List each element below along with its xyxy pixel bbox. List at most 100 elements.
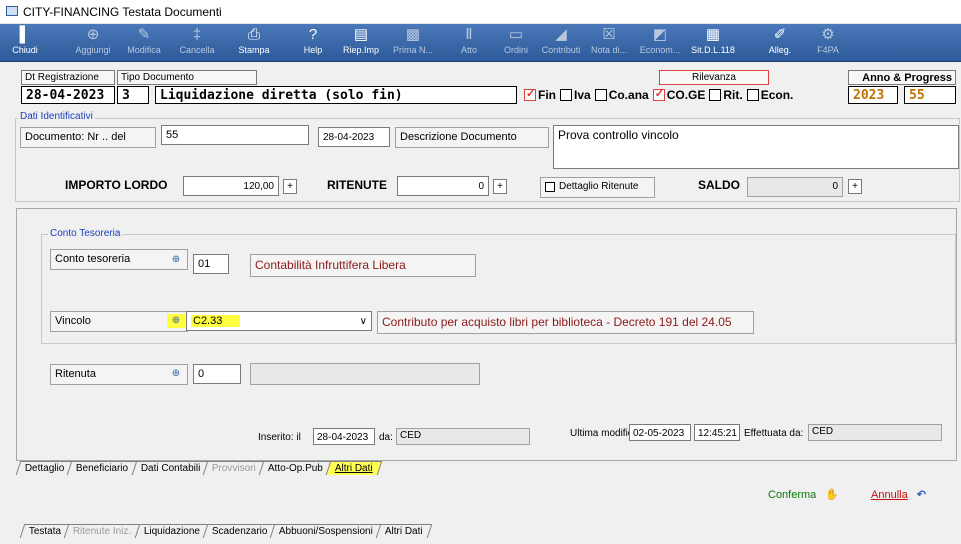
dettaglio-ritenute-checkbox[interactable] [545,182,555,192]
tab-dettaglio[interactable]: Dettaglio [15,461,74,475]
conto-lookup-icon[interactable]: ⊕ [167,253,185,267]
toolbar-act-button[interactable]: Ⅱ Atto [446,26,492,60]
tab-dati-contabili[interactable]: Dati Contabili [131,461,210,475]
toolbar-label: Chiudi [12,45,38,55]
flag-label: Fin [538,88,556,102]
modifica-by: CED [808,424,942,441]
vincolo-lookup-icon[interactable]: ⊕ [167,314,185,328]
act-icon: Ⅱ [465,26,473,43]
toolbar-delete-button[interactable]: ‡ Cancella [174,26,220,60]
toolbar-contributions-button[interactable]: ◢ Contributi [538,26,584,60]
toolbar-note-button[interactable]: ▩ Prima N... [390,26,436,60]
checkbox[interactable] [524,87,536,101]
checkbox[interactable] [594,89,607,101]
tab-liquidazione[interactable]: Liquidazione [134,524,210,538]
tab-label: Liquidazione [143,526,200,537]
tab-altri-dati[interactable]: Altri Dati [325,461,383,475]
toolbar-label: Help [303,45,323,55]
conferma-label: Conferma [768,489,817,501]
importo-input[interactable]: 120,00 [183,176,279,196]
saldo-label: SALDO [698,178,740,192]
dettaglio-ritenute-toggle[interactable]: Dettaglio Ritenute [540,177,655,198]
economy-icon: ◩ [652,26,668,43]
flag-rit[interactable]: Rit. [709,88,743,102]
tipo-code-field[interactable]: 3 [117,86,149,104]
print-icon: ⎙ [247,26,260,43]
annulla-label: Annulla [871,489,908,501]
toolbar-orders-button[interactable]: ▭ Ordini [493,26,539,60]
annulla-button[interactable]: Annulla ↶ [871,488,926,501]
tab-beneficiario[interactable]: Beneficiario [67,461,139,475]
flag-fin[interactable]: Fin [524,87,556,102]
importo-plus-button[interactable]: + [283,179,297,194]
flag-label: CO.GE [666,88,706,102]
descrizione-label: Descrizione Documento [395,127,549,148]
flag-label: Co.ana [608,88,649,102]
inner-tab-bar: Dettaglio Beneficiario Dati Contabili Provv… [15,459,383,475]
checkbox[interactable] [746,89,759,101]
checkbox[interactable] [560,89,572,101]
toolbar-label: Contributi [541,45,581,55]
rilevanza-flags: Fin Iva Co.ana CO.GE Rit. Econ. [524,87,844,106]
date-field[interactable]: 28-04-2023 [21,86,115,104]
vincolo-select[interactable]: C2.33 ∨ [186,311,372,331]
toolbar-add-button[interactable]: ⊕ Aggiungi [70,26,116,60]
rilevanza-label: Rilevanza [659,70,769,85]
flag-econ[interactable]: Econ. [746,88,793,102]
toolbar-label: F4PA [817,45,839,55]
saldo-plus-button[interactable]: + [848,179,862,194]
toolbar-edit-button[interactable]: ✎ Modifica [121,26,167,60]
tab-label: Testata [28,526,62,537]
tab-testata[interactable]: Testata [19,524,71,538]
flag-label: Iva [574,88,591,102]
window-title: CITY-FINANCING Testata Documenti [23,5,222,19]
book-icon: ▤ [353,26,369,43]
conferma-button[interactable]: Conferma ✋ [768,488,839,501]
toolbar-economy-button[interactable]: ◩ Econom... [637,26,683,60]
toolbar: ▌ Chiudi ⊕ Aggiungi ✎ Modifica ‡ Cancella ⎙ Stamp… [0,24,961,62]
ritenute-plus-button[interactable]: + [493,179,507,194]
vincolo-value: C2.33 [191,315,241,327]
toolbar-report-button[interactable]: ▦ Sit.D.L.118 [690,26,736,60]
ritenuta-code-input[interactable]: 0 [193,364,241,384]
ritenute-label: RITENUTE [327,178,387,192]
importo-lordo-label: IMPORTO LORDO [65,178,168,192]
tab-scadenzario[interactable]: Scadenzario [202,524,277,538]
chevron-down-icon[interactable]: ∨ [360,314,367,329]
tab-altri-dati[interactable]: Altri Dati [376,524,433,538]
exit-icon: ▌ [19,26,31,43]
description-textarea[interactable]: Prova controllo vincolo [553,125,959,169]
flag-coge[interactable]: CO.GE [652,87,706,102]
doc-date-input[interactable]: 28-04-2023 [318,127,390,147]
toolbar-credit-note-button[interactable]: ☒ Nota di... [586,26,632,60]
tab-atto-op-pub[interactable]: Atto-Op.Pub [258,461,333,475]
flag-coana[interactable]: Co.ana [594,88,649,102]
conto-tesoreria-title: Conto Tesoreria [48,228,123,239]
toolbar-attach-button[interactable]: ✐ Alleg. [757,26,803,60]
toolbar-print-button[interactable]: ⎙ Stampa [231,26,277,60]
toolbar-label: Modifica [127,45,161,55]
toolbar-exit-button[interactable]: ▌ Chiudi [2,26,48,60]
checkbox[interactable] [709,89,722,101]
toolbar-label: Riep.Imp [342,45,379,55]
toolbar-help-button[interactable]: ? Help [290,26,336,60]
doc-number-input[interactable]: 55 [161,125,309,145]
orders-icon: ▭ [508,26,524,43]
title-bar: CITY-FINANCING Testata Documenti [0,0,961,24]
ritenute-input[interactable]: 0 [397,176,489,196]
inserito-by: CED [396,428,530,445]
toolbar-label: Sit.D.L.118 [691,45,735,55]
undo-icon: ↶ [916,489,926,501]
thumbs-up-icon: ✋ [825,489,840,501]
tipo-desc-field: Liquidazione diretta (solo fin) [155,86,517,104]
checkbox[interactable] [652,87,665,101]
toolbar-f4pa-button[interactable]: ⚙ F4PA [805,26,851,60]
toolbar-book-button[interactable]: ▤ Riep.Imp [338,26,384,60]
ritenuta-lookup-icon[interactable]: ⊕ [167,367,185,381]
conto-code-input[interactable]: 01 [193,254,229,274]
report-icon: ▦ [705,26,721,43]
tab-ritenute-iniz-: Ritenute Iniz. [63,524,141,538]
tab-abbuoni-sospensioni[interactable]: Abbuoni/Sospensioni [270,524,383,538]
flag-iva[interactable]: Iva [560,88,591,102]
toolbar-label: Aggiungi [75,45,111,55]
